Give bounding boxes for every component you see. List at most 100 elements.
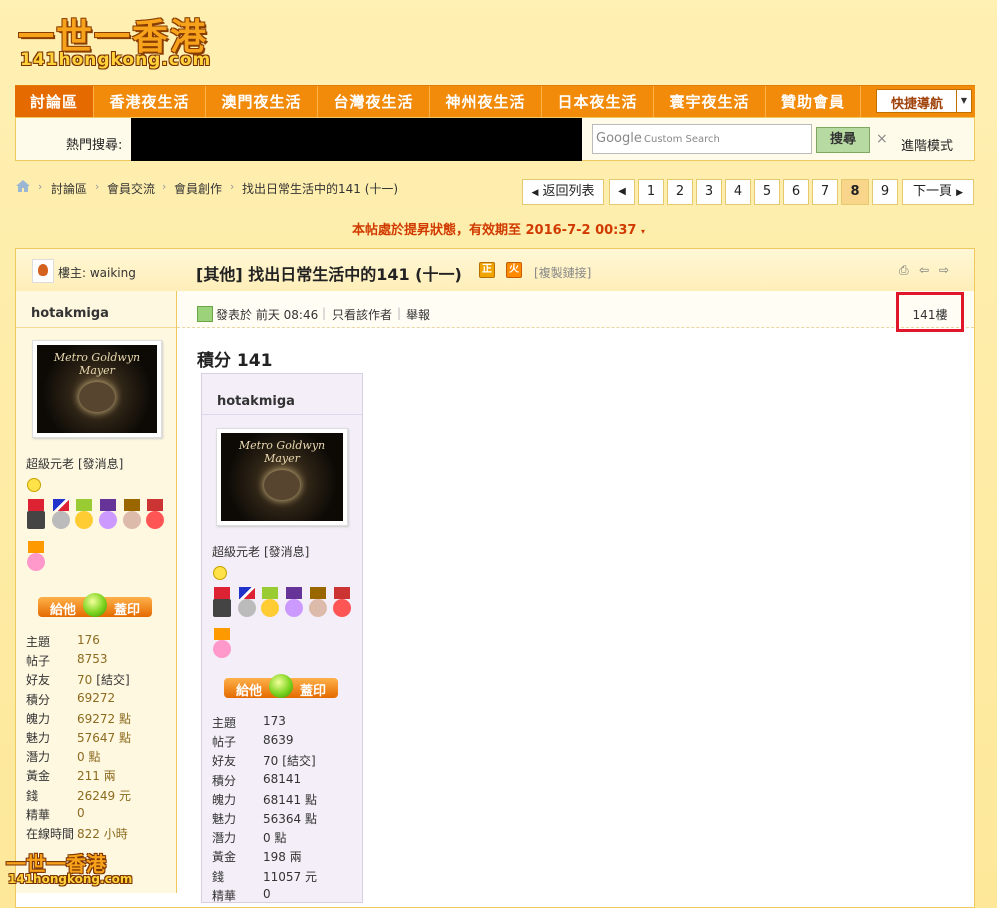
add-friend-link[interactable]: [結交] bbox=[96, 673, 129, 687]
copy-link-button[interactable]: [複製鏈接] bbox=[534, 264, 591, 281]
medal-icon[interactable] bbox=[122, 499, 142, 529]
breadcrumb-separator: › bbox=[162, 180, 167, 193]
close-icon[interactable]: × bbox=[876, 131, 888, 147]
chevron-left-icon: ◀ bbox=[618, 186, 626, 197]
medal-icon[interactable] bbox=[26, 499, 46, 529]
stat-label: 好友 bbox=[212, 754, 237, 769]
medal-icon[interactable] bbox=[145, 499, 165, 529]
nav-item-china[interactable]: 神州夜生活 bbox=[430, 86, 542, 118]
stat-value-text: 68141 點 bbox=[263, 792, 317, 807]
stat-label: 帖子 bbox=[212, 735, 237, 750]
medal-icon[interactable] bbox=[74, 499, 94, 529]
page-9[interactable]: 9 bbox=[872, 179, 898, 205]
stat-value: 176 bbox=[77, 633, 100, 647]
stat-value: 211 兩 bbox=[77, 767, 116, 784]
stat-value: 8753 bbox=[77, 652, 108, 666]
stat-value-text: 70 bbox=[263, 754, 279, 769]
page-2[interactable]: 2 bbox=[667, 179, 693, 205]
post-floor-number[interactable]: 141樓 bbox=[896, 306, 964, 323]
breadcrumb-separator: › bbox=[38, 180, 43, 193]
stat-value: 69272 bbox=[77, 691, 115, 705]
avatar-caption: Metro Goldwyn Mayer bbox=[53, 351, 141, 377]
stamp-ball-icon bbox=[269, 674, 293, 698]
chevron-left-icon: ◀ bbox=[531, 188, 539, 198]
give-stamp-button[interactable]: 給他 蓋印 bbox=[38, 593, 152, 618]
embedded-avatar-caption: Metro Goldwyn Mayer bbox=[238, 439, 326, 465]
stat-label: 積分 bbox=[212, 773, 237, 788]
stat-value: 56364 點 bbox=[263, 810, 317, 827]
embedded-author-name: hotakmiga bbox=[217, 394, 295, 409]
nav-item-hk[interactable]: 香港夜生活 bbox=[94, 86, 206, 118]
post-author-name[interactable]: hotakmiga bbox=[31, 306, 109, 321]
next-page-button[interactable]: 下一頁 ▶ bbox=[902, 179, 974, 205]
bump-notice-text: 本帖處於提昇狀態，有效期至 2016-7-2 00:37 bbox=[351, 223, 637, 238]
home-icon[interactable] bbox=[16, 180, 30, 192]
prev-page-button[interactable]: ◀ bbox=[609, 179, 635, 205]
site-logo-domain[interactable]: 141hongkong.com bbox=[20, 50, 211, 70]
nav-item-forum[interactable]: 討論區 bbox=[15, 86, 94, 118]
page-3[interactable]: 3 bbox=[696, 179, 722, 205]
search-input[interactable]: Google Custom Search bbox=[592, 124, 812, 154]
nav-item-macau[interactable]: 澳門夜生活 bbox=[206, 86, 318, 118]
back-to-list-button[interactable]: ◀ 返回列表 bbox=[522, 179, 604, 205]
breadcrumb-separator: › bbox=[230, 180, 235, 193]
medal-icon bbox=[212, 628, 232, 658]
thread-starter[interactable]: 樓主: waiking bbox=[58, 264, 136, 281]
stat-label: 在線時間 bbox=[26, 827, 75, 841]
medal-icon[interactable] bbox=[51, 499, 71, 529]
breadcrumb-member-creation[interactable]: 會員創作 bbox=[174, 180, 222, 197]
thread-header bbox=[16, 249, 974, 292]
stat-label: 黃金 bbox=[26, 769, 51, 784]
nav-item-world[interactable]: 寰宇夜生活 bbox=[654, 86, 766, 118]
page-5[interactable]: 5 bbox=[754, 179, 780, 205]
stat-value-text: 69272 點 bbox=[77, 711, 131, 726]
caret-down-icon[interactable]: ▾ bbox=[641, 227, 645, 236]
give-label: 給他 bbox=[50, 603, 77, 618]
stat-value-text: 8639 bbox=[263, 733, 294, 748]
starter-avatar[interactable] bbox=[32, 259, 54, 283]
only-author-link[interactable]: 只看該作者 bbox=[332, 306, 392, 323]
page-current: 8 bbox=[841, 179, 869, 205]
embedded-stamp-label: 蓋印 bbox=[300, 684, 327, 699]
page-1[interactable]: 1 bbox=[638, 179, 664, 205]
page-6[interactable]: 6 bbox=[783, 179, 809, 205]
stat-value-text: 0 bbox=[77, 805, 85, 820]
search-button[interactable]: 搜尋 bbox=[816, 127, 870, 153]
breadcrumb-forum[interactable]: 討論區 bbox=[51, 180, 87, 197]
advanced-mode-link[interactable]: 進階模式 bbox=[901, 135, 953, 154]
send-message-link[interactable]: [發消息] bbox=[78, 455, 123, 472]
stat-label: 錢 bbox=[212, 869, 225, 884]
page-4[interactable]: 4 bbox=[725, 179, 751, 205]
hot-search-label: 熱門搜尋: bbox=[66, 138, 123, 153]
quick-nav-dropdown[interactable]: 快捷導航 ▼ bbox=[876, 89, 972, 113]
stat-label: 錢 bbox=[26, 788, 39, 803]
report-link[interactable]: 舉報 bbox=[406, 306, 430, 323]
stat-value: 8639 bbox=[263, 733, 294, 747]
breadcrumb-thread[interactable]: 找出日常生活中的141 (十一) bbox=[242, 180, 398, 197]
prev-thread-icon[interactable]: ⇦ bbox=[919, 264, 932, 276]
page-7[interactable]: 7 bbox=[812, 179, 838, 205]
print-icon[interactable]: ⎙ bbox=[899, 264, 912, 276]
next-thread-icon[interactable]: ⇨ bbox=[939, 264, 952, 276]
stat-value: 0 點 bbox=[77, 748, 100, 765]
avatar[interactable]: Metro Goldwyn Mayer bbox=[32, 340, 162, 438]
nav-item-sponsor[interactable]: 贊助會員 bbox=[766, 86, 861, 118]
breadcrumb-member-exchange[interactable]: 會員交流 bbox=[107, 180, 155, 197]
stat-value: 70 [結交] bbox=[77, 671, 130, 688]
stat-label: 積分 bbox=[26, 692, 51, 707]
add-friend-link: [結交] bbox=[282, 754, 316, 769]
stat-value-text: 198 兩 bbox=[263, 850, 302, 865]
stat-value: 26249 元 bbox=[77, 787, 131, 804]
nav-item-taiwan[interactable]: 台灣夜生活 bbox=[318, 86, 430, 118]
breadcrumb-separator: › bbox=[95, 180, 100, 193]
medal-icon[interactable] bbox=[26, 541, 46, 571]
stamp-ball-icon bbox=[83, 593, 107, 617]
stat-value-text: 822 小時 bbox=[77, 827, 128, 841]
search-placeholder: Custom Search bbox=[644, 134, 720, 145]
stat-label: 魄力 bbox=[26, 711, 51, 726]
smile-icon bbox=[213, 566, 227, 580]
stat-value: 822 小時 bbox=[77, 825, 128, 842]
nav-item-japan[interactable]: 日本夜生活 bbox=[542, 86, 654, 118]
medal-icon[interactable] bbox=[98, 499, 118, 529]
stat-value-text: 0 bbox=[263, 886, 271, 901]
